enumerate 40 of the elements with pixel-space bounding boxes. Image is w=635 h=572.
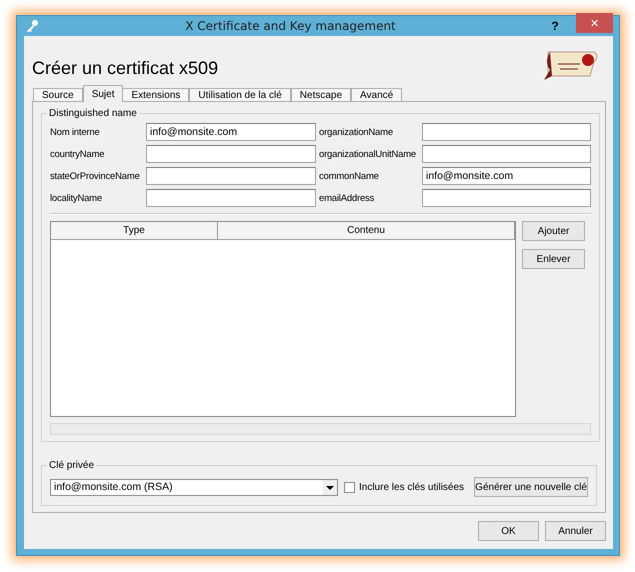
tab[interactable]: Extensions [122, 88, 190, 102]
tab[interactable]: Sujet [82, 85, 124, 102]
add-button[interactable]: Ajouter [522, 221, 585, 241]
input-field[interactable] [146, 145, 316, 163]
field-label: countryName [50, 148, 106, 160]
field-label: stateOrProvinceName [50, 170, 141, 182]
key-dropdown[interactable]: info@monsite.com (RSA) [50, 478, 338, 496]
input-field[interactable] [146, 189, 316, 207]
dialog-heading: Créer un certificat x509 [32, 56, 218, 78]
close-button[interactable]: ✕ [576, 13, 613, 33]
tab[interactable]: Avancé [351, 88, 402, 102]
field-label: Nom interne [50, 126, 101, 138]
tab[interactable]: Netscape [290, 88, 352, 102]
horizontal-scrollbar[interactable] [50, 423, 591, 435]
generate-key-button[interactable]: Générer une nouvelle clé [474, 477, 588, 497]
field-label: organizationalUnitName [319, 148, 417, 160]
tab[interactable]: Source [33, 88, 83, 102]
cancel-button[interactable]: Annuler [545, 521, 606, 541]
group-title: Distinguished name [48, 108, 138, 119]
input-field[interactable] [422, 145, 591, 163]
input-field[interactable] [146, 167, 316, 185]
tab[interactable]: Utilisation de la clé [189, 88, 291, 102]
column-header[interactable]: Contenu [218, 222, 515, 240]
column-header[interactable]: Type [51, 222, 218, 240]
ok-button[interactable]: OK [478, 521, 539, 541]
input-field[interactable]: info@monsite.com [422, 167, 591, 185]
include-used-checkbox[interactable] [344, 482, 355, 492]
group-title: Clé privée [48, 460, 96, 471]
window-title: X Certificate and Key management [184, 19, 397, 33]
field-label: localityName [50, 192, 103, 204]
input-field[interactable]: info@monsite.com [146, 123, 316, 141]
help-button[interactable]: ? [542, 16, 568, 36]
remove-button[interactable]: Enlever [522, 249, 585, 269]
key-icon [25, 19, 39, 33]
checkbox-label: Inclure les clés utilisées [359, 482, 464, 492]
field-label: organizationName [319, 126, 394, 138]
field-label: emailAddress [319, 192, 376, 204]
input-field[interactable] [422, 123, 591, 141]
input-field[interactable] [422, 189, 591, 207]
field-label: commonName [319, 170, 380, 182]
